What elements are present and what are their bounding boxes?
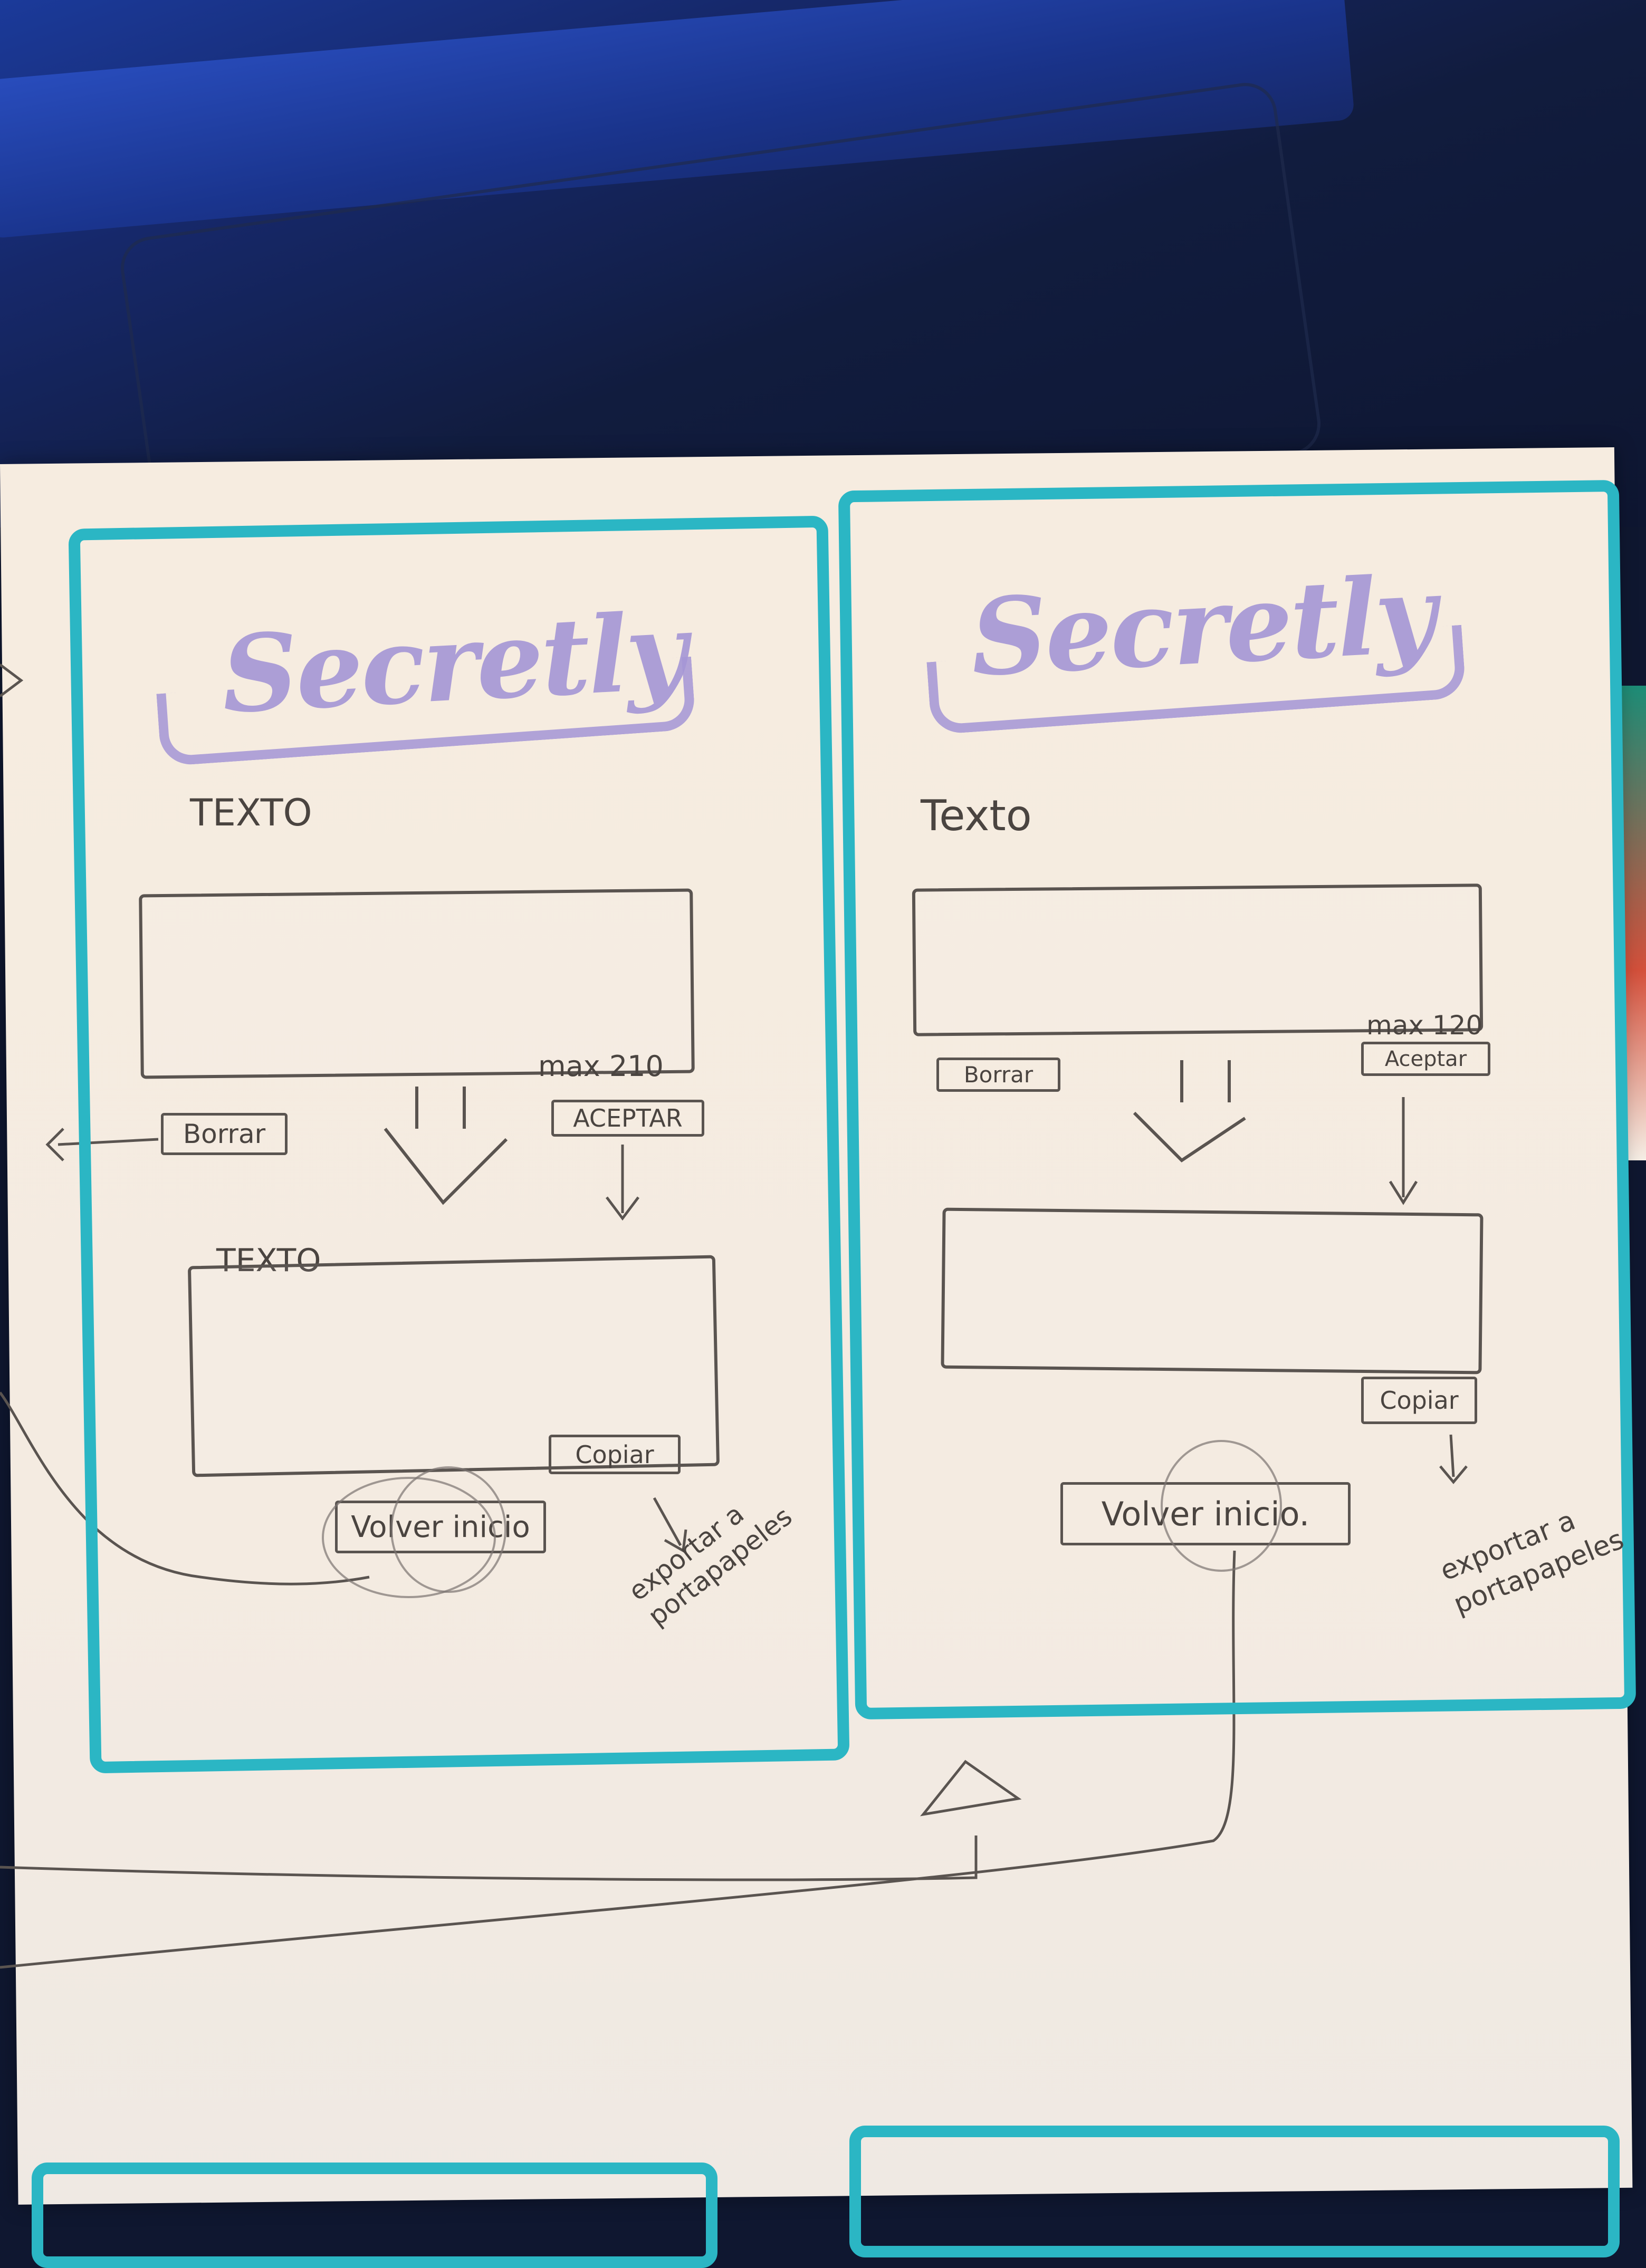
- screen-right-clear-button[interactable]: Borrar: [936, 1058, 1060, 1092]
- screen-right-copy-button[interactable]: Copiar: [1361, 1377, 1477, 1424]
- screen-right-accept-button[interactable]: Aceptar: [1361, 1042, 1490, 1076]
- screen-right-tap-indicator: [1161, 1440, 1282, 1572]
- screen-right-output-box: [941, 1207, 1484, 1375]
- next-screen-right-frame-top: [849, 2126, 1620, 2257]
- wireframe-sketch: Secretly TEXTO max 210 Borrar ACEPTAR TE…: [0, 0, 1646, 2268]
- screen-left-clear-button[interactable]: Borrar: [161, 1113, 288, 1155]
- screen-left-accept-button[interactable]: ACEPTAR: [551, 1100, 704, 1137]
- screen-left-input-label: TEXTO: [190, 791, 312, 834]
- next-screen-left-frame-top: [32, 2163, 717, 2268]
- screen-right-max-note: max 120: [1366, 1010, 1483, 1041]
- screen-left-tap-indicator-outer: [322, 1477, 496, 1598]
- screen-left-copy-button[interactable]: Copiar: [549, 1435, 681, 1474]
- screen-right-input-label: Texto: [921, 791, 1032, 840]
- screen-left-max-note: max 210: [538, 1050, 664, 1083]
